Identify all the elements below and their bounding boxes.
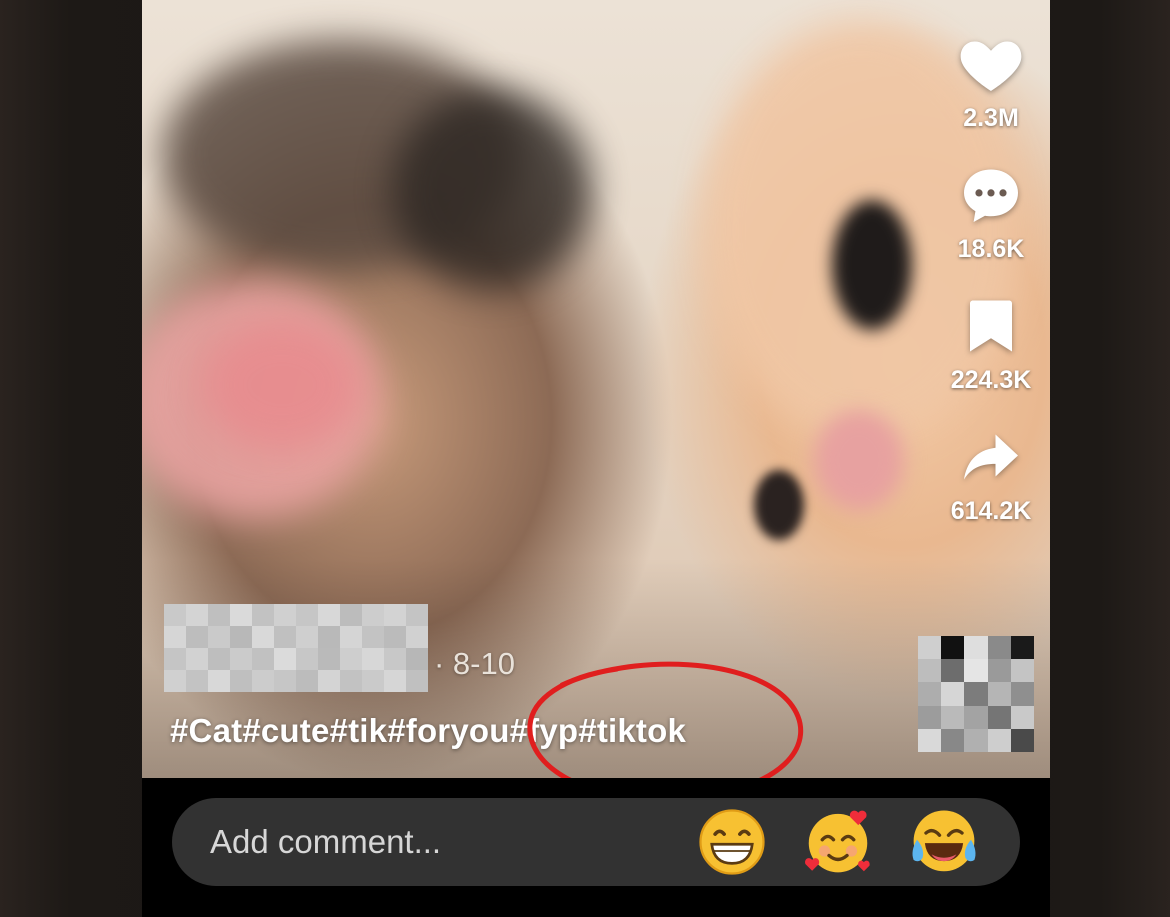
kitten-right-nose	[814, 410, 904, 510]
favorite-button[interactable]: 224.3K	[950, 290, 1032, 395]
music-disc-thumbnail[interactable]	[918, 636, 1034, 752]
post-meta: · 8-10	[164, 604, 515, 692]
share-arrow-icon	[964, 434, 1018, 480]
comment-input[interactable]	[172, 822, 696, 862]
like-count: 2.3M	[963, 104, 1019, 132]
action-sidebar: 2.3M 18.6K 224.3K 614.2K	[946, 28, 1036, 552]
comment-button[interactable]: 18.6K	[955, 159, 1027, 264]
video-post: 2.3M 18.6K 224.3K 614.2K · 8-10 #Cat#cut…	[142, 0, 1050, 917]
comment-bar: 😁 🥰 😂	[172, 798, 1020, 886]
tears-of-joy-emoji-icon[interactable]: 😂	[908, 806, 980, 878]
kitten-right-eye	[832, 200, 912, 330]
caption-hashtags[interactable]: #Cat#cute#tik#foryou#fyp#tiktok	[170, 712, 686, 750]
post-date: · 8-10	[434, 646, 515, 681]
like-button[interactable]: 2.3M	[955, 28, 1027, 133]
heart-icon	[960, 41, 1022, 91]
author-name-redacted[interactable]	[164, 604, 428, 692]
bookmark-icon	[970, 300, 1012, 352]
share-count: 614.2K	[950, 497, 1032, 525]
grinning-emoji-icon[interactable]: 😁	[696, 806, 768, 878]
smiling-face-with-hearts-icon[interactable]: 🥰	[802, 806, 874, 878]
comment-count: 18.6K	[957, 235, 1025, 263]
kitten-left-nose-center	[202, 320, 362, 450]
share-button[interactable]: 614.2K	[950, 421, 1032, 526]
favorite-count: 224.3K	[950, 366, 1032, 394]
video-player[interactable]: 2.3M 18.6K 224.3K 614.2K · 8-10 #Cat#cut…	[142, 0, 1050, 778]
kitten-left-dark-patch	[392, 90, 592, 290]
kitten-right-eye-small	[754, 470, 804, 540]
comment-bubble-icon	[964, 169, 1018, 222]
